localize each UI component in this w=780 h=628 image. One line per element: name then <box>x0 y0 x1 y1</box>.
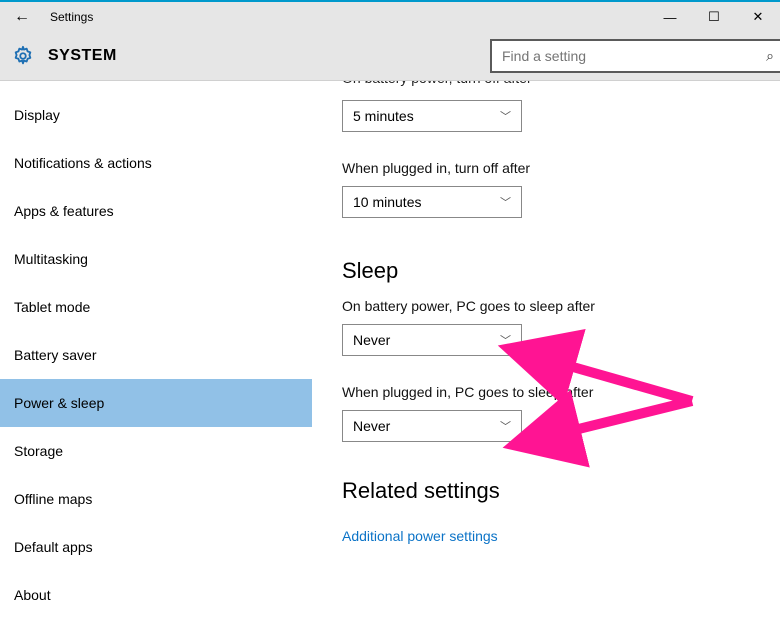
sleep-plugged-dropdown[interactable]: Never ﹀ <box>342 410 522 442</box>
sidebar-item-offline-maps[interactable]: Offline maps <box>0 475 312 523</box>
sidebar-item-label: Power & sleep <box>14 395 104 411</box>
window-title: Settings <box>50 10 93 24</box>
sleep-battery-label: On battery power, PC goes to sleep after <box>342 298 780 314</box>
search-wrapper: ⌕ <box>490 39 780 73</box>
chevron-down-icon: ﹀ <box>500 418 511 434</box>
sidebar-item-label: Default apps <box>14 539 93 555</box>
back-button[interactable]: ← <box>0 8 44 26</box>
sidebar-item-label: Battery saver <box>14 347 96 363</box>
sidebar-item-label: Storage <box>14 443 63 459</box>
chevron-down-icon: ﹀ <box>500 108 511 124</box>
sleep-plugged-label: When plugged in, PC goes to sleep after <box>342 384 780 400</box>
screen-battery-label-clipped: On battery power, turn off after <box>342 81 780 96</box>
dropdown-value: 10 minutes <box>353 194 421 210</box>
sidebar-item-multitasking[interactable]: Multitasking <box>0 235 312 283</box>
sidebar-item-tablet-mode[interactable]: Tablet mode <box>0 283 312 331</box>
sidebar-item-label: About <box>14 587 51 603</box>
sidebar-item-label: Offline maps <box>14 491 92 507</box>
close-button[interactable]: ✕ <box>736 9 780 25</box>
sidebar-item-notifications[interactable]: Notifications & actions <box>0 139 312 187</box>
sleep-heading: Sleep <box>342 258 780 284</box>
screen-plugged-dropdown[interactable]: 10 minutes ﹀ <box>342 186 522 218</box>
sidebar-item-label: Apps & features <box>14 203 114 219</box>
search-icon[interactable]: ⌕ <box>766 48 774 65</box>
main-split: Display Notifications & actions Apps & f… <box>0 80 780 628</box>
chevron-down-icon: ﹀ <box>500 332 511 348</box>
maximize-button[interactable]: ☐ <box>692 9 736 25</box>
content-pane: On battery power, turn off after 5 minut… <box>312 81 780 628</box>
sidebar-item-apps[interactable]: Apps & features <box>0 187 312 235</box>
sidebar-item-power-sleep[interactable]: Power & sleep <box>0 379 312 427</box>
sidebar-item-label: Notifications & actions <box>14 155 152 171</box>
sidebar: Display Notifications & actions Apps & f… <box>0 81 312 628</box>
sidebar-item-default-apps[interactable]: Default apps <box>0 523 312 571</box>
sidebar-item-label: Multitasking <box>14 251 88 267</box>
minimize-button[interactable]: — <box>648 10 692 25</box>
dropdown-value: 5 minutes <box>353 108 414 124</box>
sidebar-item-battery-saver[interactable]: Battery saver <box>0 331 312 379</box>
screen-plugged-label: When plugged in, turn off after <box>342 160 780 176</box>
screen-battery-dropdown[interactable]: 5 minutes ﹀ <box>342 100 522 132</box>
sleep-battery-dropdown[interactable]: Never ﹀ <box>342 324 522 356</box>
sidebar-item-label: Tablet mode <box>14 299 90 315</box>
header-strip: SYSTEM ⌕ <box>0 32 780 80</box>
chevron-down-icon: ﹀ <box>500 194 511 210</box>
additional-power-settings-link[interactable]: Additional power settings <box>342 528 498 544</box>
search-input[interactable] <box>490 39 780 73</box>
window-titlebar: ← Settings — ☐ ✕ <box>0 2 780 32</box>
related-heading: Related settings <box>342 478 780 504</box>
dropdown-value: Never <box>353 418 390 434</box>
sidebar-item-about[interactable]: About <box>0 571 312 619</box>
sidebar-item-storage[interactable]: Storage <box>0 427 312 475</box>
sidebar-item-display[interactable]: Display <box>0 91 312 139</box>
page-title: SYSTEM <box>48 47 117 65</box>
dropdown-value: Never <box>353 332 390 348</box>
gear-icon <box>12 45 34 67</box>
sidebar-item-label: Display <box>14 107 60 123</box>
